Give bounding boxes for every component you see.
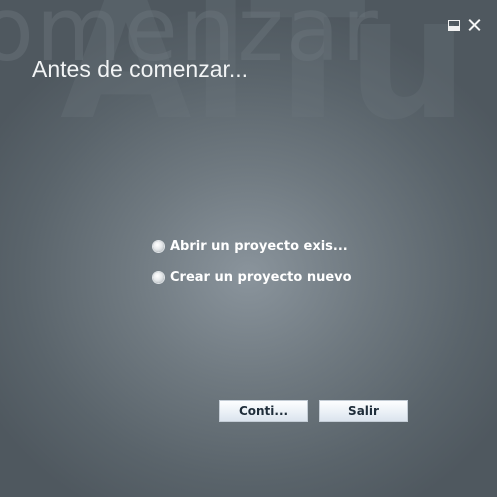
option-open-project-label: Abrir un proyecto exis... (170, 238, 348, 254)
window-controls (447, 18, 481, 32)
option-open-project[interactable]: Abrir un proyecto exis... (153, 237, 352, 255)
exit-button[interactable]: Salir (319, 400, 408, 422)
dialog-title: Antes de comenzar... (32, 56, 249, 82)
start-dialog: AlTu omenzar Antes de comenzar... Abrir … (0, 0, 497, 497)
project-options: Abrir un proyecto exis... Crear un proye… (153, 237, 352, 299)
close-icon[interactable] (467, 18, 481, 32)
minimize-icon[interactable] (447, 18, 461, 32)
radio-icon[interactable] (153, 240, 164, 252)
continue-button[interactable]: Conti... (219, 400, 308, 422)
option-new-project[interactable]: Crear un proyecto nuevo (153, 268, 352, 286)
option-new-project-label: Crear un proyecto nuevo (170, 269, 352, 285)
radio-icon[interactable] (153, 271, 164, 283)
